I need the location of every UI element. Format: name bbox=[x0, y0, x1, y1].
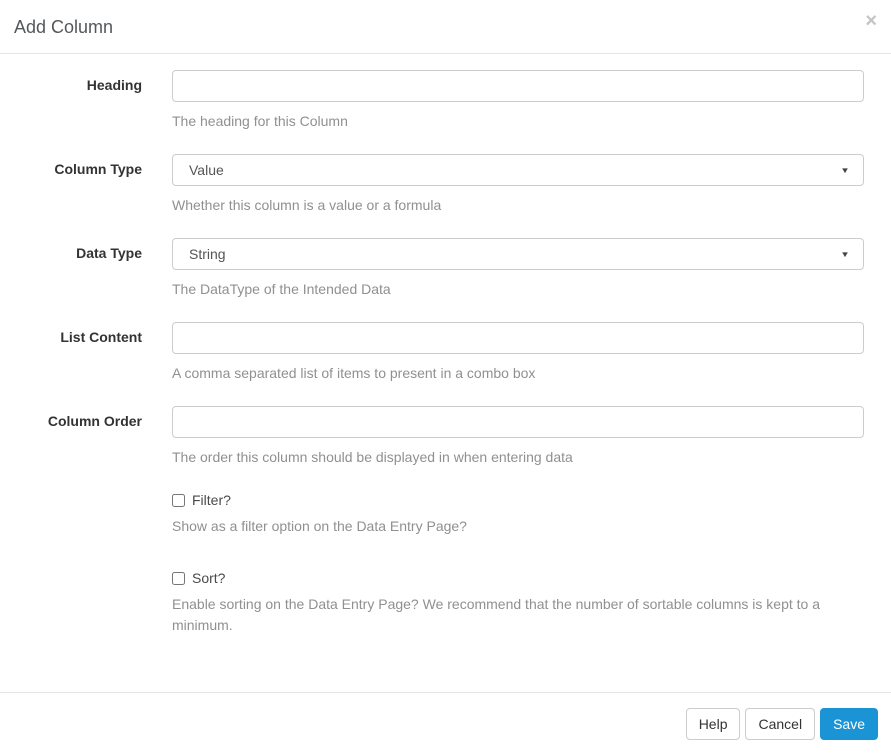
data-type-help: The DataType of the Intended Data bbox=[172, 281, 391, 297]
column-type-label: Column Type bbox=[54, 161, 142, 177]
heading-help: The heading for this Column bbox=[172, 113, 348, 129]
modal-title: Add Column bbox=[14, 17, 114, 37]
help-button[interactable]: Help bbox=[685, 708, 741, 740]
form-group-column-type: Column Type Value ▼ Whether this column … bbox=[0, 154, 864, 215]
sort-checkbox-label: Sort? bbox=[192, 570, 226, 586]
chevron-down-icon: ▼ bbox=[840, 165, 850, 175]
modal-body: Heading The heading for this Column Colu… bbox=[0, 54, 891, 692]
column-type-help: Whether this column is a value or a form… bbox=[172, 197, 442, 213]
list-content-label: List Content bbox=[60, 329, 142, 345]
column-type-select[interactable]: Value ▼ bbox=[172, 154, 864, 186]
column-order-input[interactable] bbox=[172, 406, 864, 438]
chevron-down-icon: ▼ bbox=[840, 249, 850, 259]
filter-help: Show as a filter option on the Data Entr… bbox=[172, 518, 467, 534]
close-button[interactable]: × bbox=[865, 11, 877, 31]
data-type-select[interactable]: String ▼ bbox=[172, 238, 864, 270]
data-type-label: Data Type bbox=[76, 245, 142, 261]
modal-footer: Help Cancel Save bbox=[0, 692, 891, 753]
modal-header: Add Column × bbox=[0, 0, 891, 54]
data-type-selected-value: String bbox=[189, 246, 226, 262]
form-group-list-content: List Content A comma separated list of i… bbox=[0, 322, 864, 383]
form-group-data-type: Data Type String ▼ The DataType of the I… bbox=[0, 238, 864, 299]
heading-label: Heading bbox=[86, 77, 142, 93]
column-order-help: The order this column should be displaye… bbox=[172, 449, 573, 465]
sort-help: Enable sorting on the Data Entry Page? W… bbox=[172, 596, 820, 633]
form-group-column-order: Column Order The order this column shoul… bbox=[0, 406, 864, 467]
filter-checkbox[interactable] bbox=[172, 493, 185, 507]
list-content-input[interactable] bbox=[172, 322, 864, 354]
sort-checkbox[interactable] bbox=[172, 571, 185, 585]
list-content-help: A comma separated list of items to prese… bbox=[172, 365, 536, 381]
column-order-label: Column Order bbox=[47, 413, 142, 429]
close-icon: × bbox=[865, 10, 877, 32]
filter-checkbox-group: Filter? Show as a filter option on the D… bbox=[172, 490, 837, 537]
form-group-heading: Heading The heading for this Column bbox=[0, 70, 864, 131]
save-button[interactable]: Save bbox=[820, 708, 878, 740]
column-type-selected-value: Value bbox=[189, 162, 224, 178]
cancel-button[interactable]: Cancel bbox=[745, 708, 816, 740]
add-column-modal: Add Column × Heading The heading for thi… bbox=[0, 0, 891, 753]
heading-input[interactable] bbox=[172, 70, 864, 102]
sort-checkbox-row[interactable]: Sort? bbox=[172, 568, 837, 588]
sort-checkbox-group: Sort? Enable sorting on the Data Entry P… bbox=[172, 568, 837, 636]
filter-checkbox-label: Filter? bbox=[192, 492, 231, 508]
filter-checkbox-row[interactable]: Filter? bbox=[172, 490, 837, 510]
